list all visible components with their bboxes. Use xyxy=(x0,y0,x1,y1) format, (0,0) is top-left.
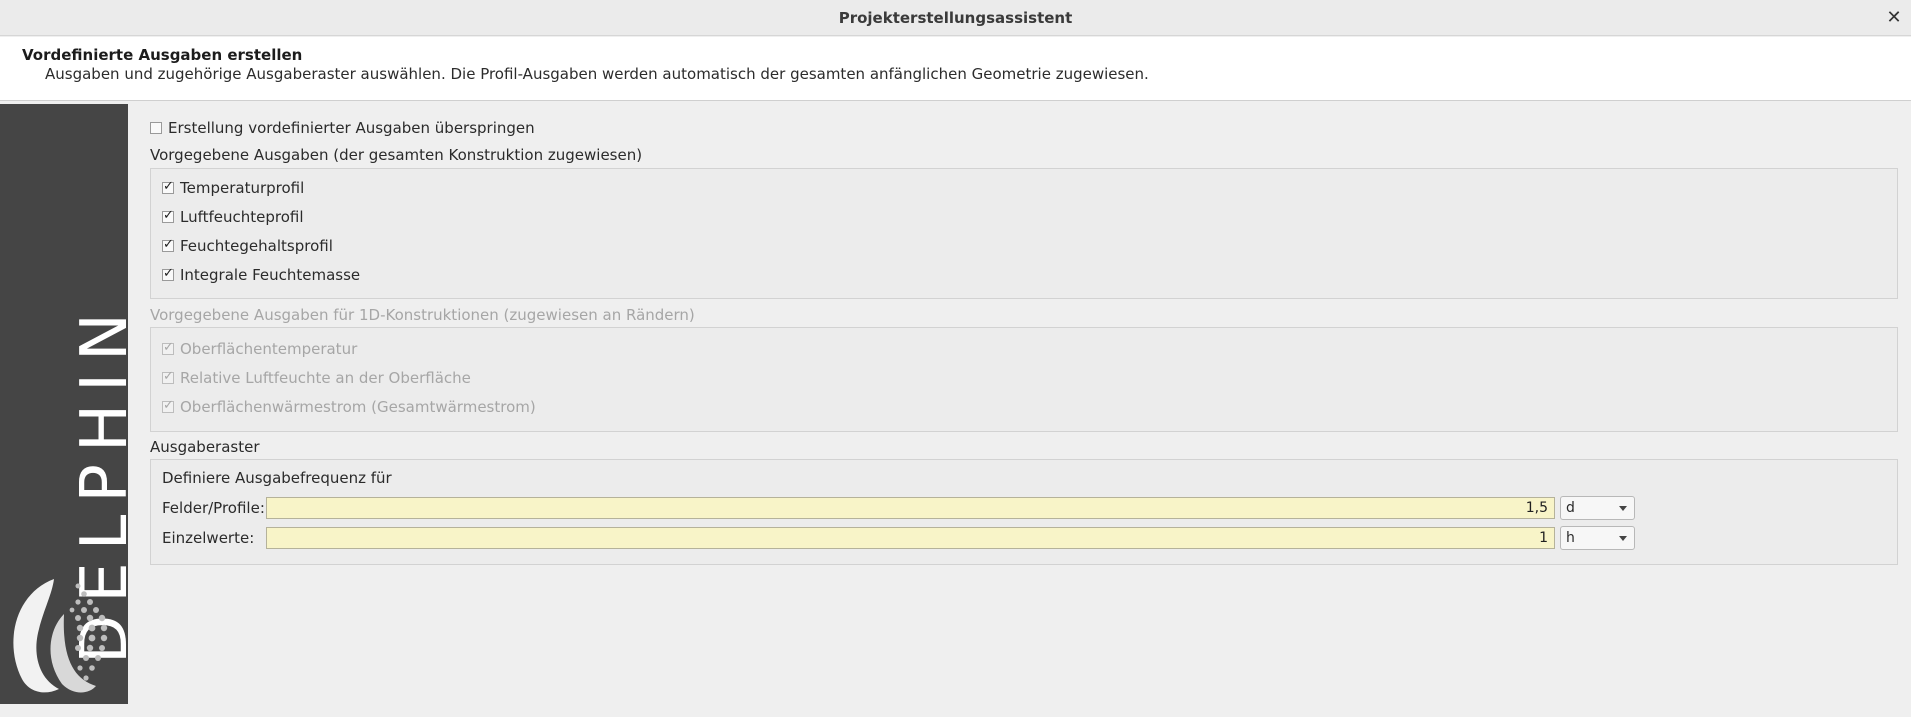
list-item: Oberflächenwärmestrom (Gesamtwärmestrom) xyxy=(162,398,536,416)
fields-profiles-unit-value: d xyxy=(1566,500,1575,516)
frequency-label: Definiere Ausgabefrequenz für xyxy=(162,469,392,487)
output-grid-group: Definiere Ausgabefrequenz für Felder/Pro… xyxy=(150,459,1898,565)
predefined-title: Vorgegebene Ausgaben (der gesamten Konst… xyxy=(150,146,643,164)
page-subtitle: Ausgaben und zugehörige Ausgaberaster au… xyxy=(45,65,1149,83)
fields-profiles-unit-select[interactable]: d xyxy=(1560,496,1635,520)
predefined-1d-title: Vorgegebene Ausgaben für 1D-Konstruktion… xyxy=(150,306,695,324)
close-icon[interactable]: ✕ xyxy=(1883,6,1905,28)
fields-profiles-label: Felder/Profile: xyxy=(162,499,265,517)
temperature-profile-checkbox[interactable] xyxy=(162,179,174,194)
list-item[interactable]: Temperaturprofil xyxy=(162,179,304,197)
integral-moisture-checkbox[interactable] xyxy=(162,266,174,281)
wizard-header: Vordefinierte Ausgaben erstellen Ausgabe… xyxy=(0,37,1911,101)
humidity-profile-checkbox[interactable] xyxy=(162,208,174,223)
surface-temperature-checkbox xyxy=(162,340,174,355)
skip-checkbox[interactable] xyxy=(150,122,162,134)
output-grid-title: Ausgaberaster xyxy=(150,438,260,456)
single-values-unit-value: h xyxy=(1566,530,1575,546)
predefined-1d-group: Oberflächentemperatur Relative Luftfeuch… xyxy=(150,327,1898,432)
single-values-label: Einzelwerte: xyxy=(162,529,255,547)
wizard-sidebar: DELPHIN xyxy=(0,104,142,704)
integral-moisture-label: Integrale Feuchtemasse xyxy=(180,266,361,284)
page-title: Vordefinierte Ausgaben erstellen xyxy=(22,46,303,64)
list-item[interactable]: Integrale Feuchtemasse xyxy=(162,266,360,284)
title-bar: Projekterstellungsassistent ✕ xyxy=(0,0,1911,36)
moisture-content-profile-checkbox[interactable] xyxy=(162,237,174,252)
surface-heat-flux-label: Oberflächenwärmestrom (Gesamtwärmestrom) xyxy=(180,398,536,416)
skip-label: Erstellung vordefinierter Ausgaben übers… xyxy=(168,119,535,137)
single-values-unit-select[interactable]: h xyxy=(1560,526,1635,550)
window-title: Projekterstellungsassistent xyxy=(838,9,1073,27)
surface-humidity-checkbox xyxy=(162,369,174,384)
surface-heat-flux-checkbox xyxy=(162,398,174,413)
fields-profiles-input[interactable]: 1,5 xyxy=(266,497,1555,519)
single-values-input[interactable]: 1 xyxy=(266,527,1555,549)
moisture-content-profile-label: Feuchtegehaltsprofil xyxy=(180,237,333,255)
list-item: Oberflächentemperatur xyxy=(162,340,357,358)
wizard-content: Erstellung vordefinierter Ausgaben übers… xyxy=(128,104,1911,717)
temperature-profile-label: Temperaturprofil xyxy=(180,179,305,197)
chevron-down-icon xyxy=(1619,536,1627,541)
surface-temperature-label: Oberflächentemperatur xyxy=(180,340,358,358)
skip-row[interactable]: Erstellung vordefinierter Ausgaben übers… xyxy=(150,119,535,137)
chevron-down-icon xyxy=(1619,506,1627,511)
surface-humidity-label: Relative Luftfeuchte an der Oberfläche xyxy=(180,369,471,387)
list-item[interactable]: Feuchtegehaltsprofil xyxy=(162,237,333,255)
predefined-group: Temperaturprofil Luftfeuchteprofil Feuch… xyxy=(150,168,1898,299)
delphin-logo-icon xyxy=(4,574,128,699)
humidity-profile-label: Luftfeuchteprofil xyxy=(180,208,304,226)
list-item[interactable]: Luftfeuchteprofil xyxy=(162,208,304,226)
list-item: Relative Luftfeuchte an der Oberfläche xyxy=(162,369,471,387)
